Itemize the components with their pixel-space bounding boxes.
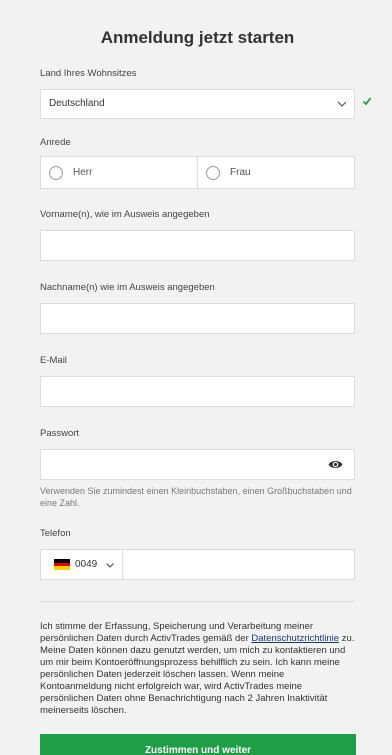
chevron-down-icon [106,562,115,568]
consent-text-after: zu. Meine Daten können dazu genutzt werd… [40,633,355,716]
radio-button[interactable] [49,165,63,180]
page-title: Anmeldung jetzt starten [100,28,295,47]
last-name-input[interactable] [40,303,355,334]
country-code-select[interactable]: 0049 [41,550,123,579]
radio-option-frau[interactable]: Frau [197,157,354,188]
country-value: Deutschland [49,98,105,109]
radio-label: Frau [230,167,251,178]
radio-label: Herr [73,167,93,178]
password-hint: Verwenden Sie zumindest einen Kleinbuchs… [40,486,352,508]
checkmark-icon [362,97,372,106]
germany-flag-icon [54,559,70,571]
first-name-label: Vorname(n), wie im Ausweis angegeben [40,209,210,220]
privacy-policy-link[interactable]: Datenschutzrichtlinie [251,633,339,644]
country-code-value: 0049 [75,559,98,570]
country-label: Land Ihres Wohnsitzes [40,68,137,79]
phone-input[interactable] [123,550,354,579]
password-label: Passwort [40,428,80,439]
salutation-label: Anrede [40,137,71,148]
salutation-radio-group: Herr Frau [40,156,355,189]
email-label: E-Mail [40,355,67,366]
phone-field: 0049 [40,549,355,580]
last-name-label: Nachname(n) wie im Ausweis angegeben [40,282,215,293]
eye-icon[interactable] [328,459,343,470]
radio-button[interactable] [206,165,220,180]
chevron-down-icon [337,101,347,107]
country-select[interactable]: Deutschland [40,89,355,119]
registration-form: Anmeldung jetzt starten Land Ihres Wohns… [0,0,392,755]
consent-text: Ich stimme der Erfassung, Speicherung un… [40,621,358,717]
password-field [40,449,355,480]
submit-button[interactable]: Zustimmen und weiter [40,734,356,755]
password-input[interactable] [40,449,355,480]
email-input[interactable] [40,376,355,407]
radio-option-herr[interactable]: Herr [41,157,197,188]
phone-label: Telefon [40,528,71,539]
first-name-input[interactable] [40,230,355,261]
divider [40,601,355,602]
